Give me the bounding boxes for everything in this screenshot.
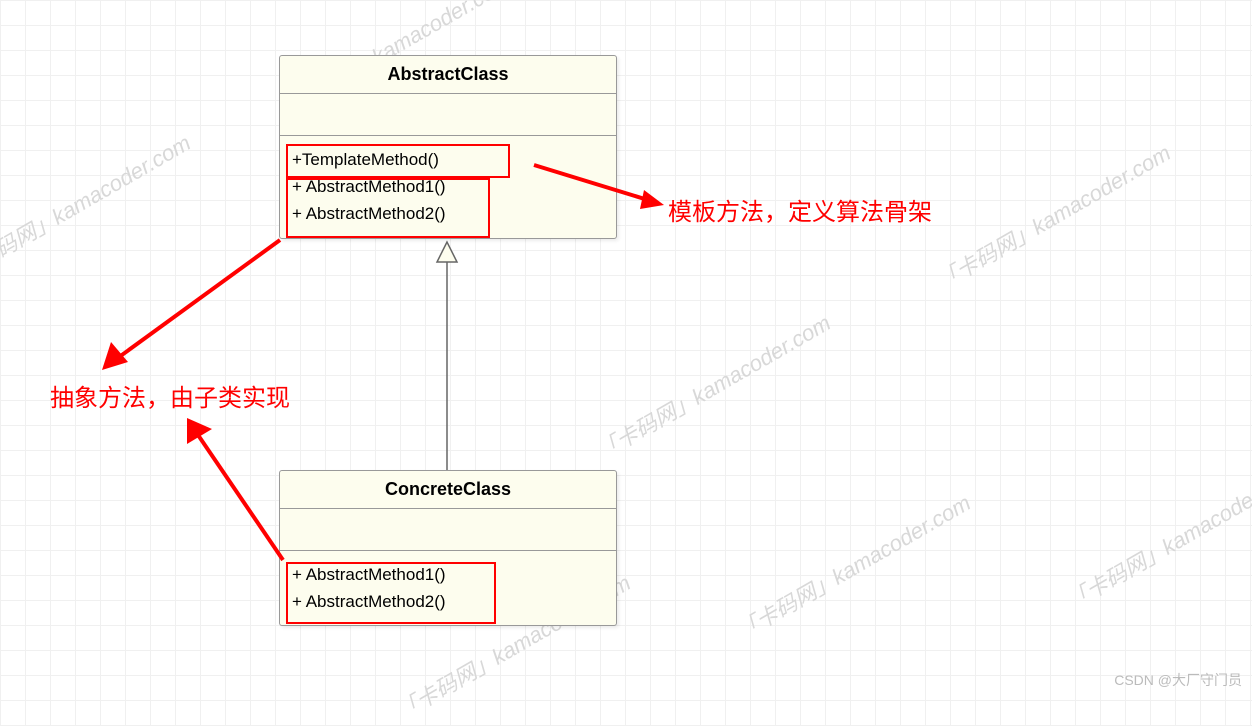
highlight-abstract-methods bbox=[286, 178, 490, 238]
class-title: AbstractClass bbox=[280, 56, 616, 94]
annotation-template: 模板方法，定义算法骨架 bbox=[668, 192, 932, 227]
watermark: 「卡码网」kamacoder.com bbox=[730, 486, 976, 647]
highlight-concrete-methods bbox=[286, 562, 496, 624]
class-attributes-empty bbox=[280, 509, 616, 551]
footer-credit: CSDN @大厂守门员 bbox=[1114, 670, 1242, 690]
highlight-template-method bbox=[286, 144, 510, 178]
watermark: 「卡码网」kamacoder.com bbox=[0, 126, 196, 287]
watermark: 「卡码网」kamacoder.com bbox=[930, 136, 1176, 297]
class-title: ConcreteClass bbox=[280, 471, 616, 509]
class-attributes-empty bbox=[280, 94, 616, 136]
diagram-connectors bbox=[0, 0, 1252, 696]
annotation-abstract: 抽象方法，由子类实现 bbox=[50, 378, 290, 413]
watermark: 「卡码网」kamacoder.com bbox=[1060, 456, 1252, 617]
watermark: 「卡码网」kamacoder.com bbox=[590, 306, 836, 467]
